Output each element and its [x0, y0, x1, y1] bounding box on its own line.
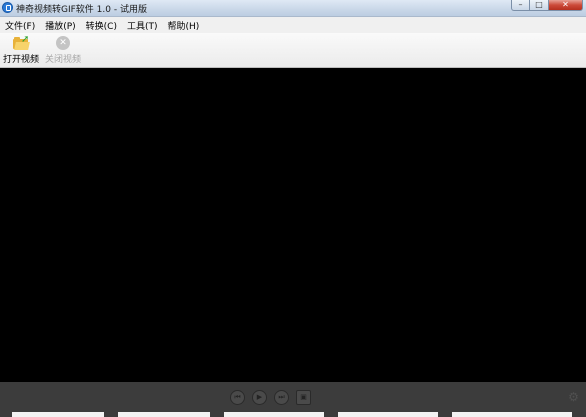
minimize-button[interactable]: –	[511, 0, 530, 11]
menu-bar: 文件(F) 播放(P) 转换(C) 工具(T) 帮助(H)	[0, 17, 586, 33]
next-icon[interactable]: ⏭	[274, 390, 289, 405]
menu-file[interactable]: 文件(F)	[0, 19, 40, 32]
folder-open-icon: ➚	[13, 35, 30, 50]
close-video-label: 关闭视频	[44, 55, 81, 65]
maximize-button[interactable]: □	[530, 0, 549, 11]
open-video-button[interactable]: ➚ 打开视频	[2, 35, 40, 66]
bottom-strip	[0, 412, 586, 417]
close-video-button[interactable]: ✕ 关闭视频	[44, 35, 82, 65]
menu-help[interactable]: 帮助(H)	[163, 19, 205, 32]
snapshot-icon[interactable]: ▣	[296, 390, 311, 405]
play-icon[interactable]: ▶	[252, 390, 267, 405]
app-icon	[2, 2, 13, 13]
toolbar: ➚ 打开视频 ✕ 关闭视频	[0, 33, 586, 68]
video-preview-area[interactable]	[0, 68, 586, 382]
menu-play[interactable]: 播放(P)	[40, 19, 80, 32]
window-controls: – □ ✕	[511, 0, 583, 12]
menu-convert[interactable]: 转换(C)	[81, 19, 122, 32]
title-bar: 神奇视频转GIF软件 1.0 - 试用版 – □ ✕	[0, 0, 586, 17]
window-title: 神奇视频转GIF软件 1.0 - 试用版	[16, 5, 147, 15]
close-window-button[interactable]: ✕	[549, 0, 583, 11]
gear-icon[interactable]: ⚙	[567, 391, 580, 404]
open-video-label: 打开视频	[2, 55, 39, 65]
menu-tools[interactable]: 工具(T)	[122, 19, 163, 32]
previous-icon[interactable]: ⏮	[230, 390, 245, 405]
close-circle-icon: ✕	[56, 36, 70, 50]
